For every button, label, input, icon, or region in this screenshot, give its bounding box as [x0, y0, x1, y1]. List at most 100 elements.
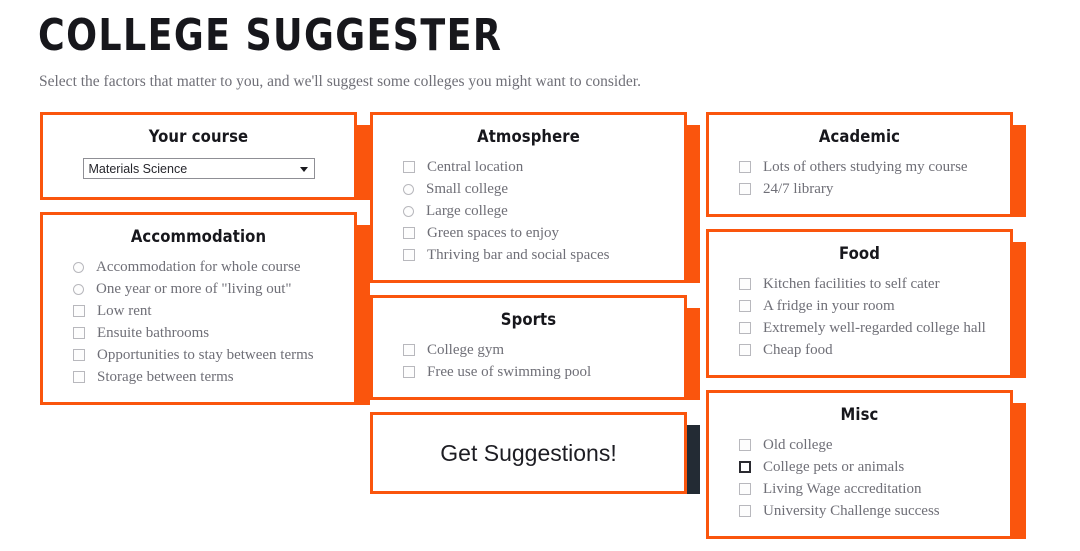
option-row[interactable]: 24/7 library	[723, 178, 996, 200]
card-title-food: Food	[839, 244, 880, 263]
checkbox-icon[interactable]	[739, 439, 751, 451]
card-body-misc: Misc Old college College pets or animals Li…	[706, 390, 1013, 539]
card-your-course: Your course Materials Science	[40, 112, 370, 200]
card-body-your-course: Your course Materials Science	[40, 112, 357, 200]
page-subtitle: Select the factors that matter to you, a…	[39, 73, 641, 90]
card-body-food: Food Kitchen facilities to self cater A fr…	[706, 229, 1013, 378]
get-suggestions-button[interactable]: Get Suggestions!	[370, 412, 687, 494]
checkbox-icon[interactable]	[739, 183, 751, 195]
option-label: Central location	[427, 159, 524, 175]
option-row[interactable]: Kitchen facilities to self cater	[723, 273, 996, 295]
option-label: Green spaces to enjoy	[427, 225, 560, 241]
option-list-atmosphere: Central location Small college Large colle…	[387, 156, 670, 266]
option-label: Storage between terms	[97, 369, 234, 385]
option-label: Opportunities to stay between terms	[97, 347, 314, 363]
course-select[interactable]: Materials Science	[82, 158, 315, 179]
option-row[interactable]: Low rent	[57, 300, 340, 322]
option-label: Low rent	[97, 303, 152, 319]
option-label: University Challenge success	[763, 503, 940, 519]
option-list-food: Kitchen facilities to self cater A fridge…	[723, 273, 996, 361]
option-label: Large college	[426, 203, 508, 219]
checkbox-icon[interactable]	[739, 278, 751, 290]
option-label: Extremely well-regarded college hall	[763, 320, 986, 336]
get-suggestions-label: Get Suggestions!	[440, 440, 617, 466]
option-label: A fridge in your room	[763, 298, 895, 314]
option-label: Living Wage accreditation	[763, 481, 922, 497]
option-list-accommodation: Accommodation for whole course One year o…	[57, 256, 340, 388]
card-atmosphere: Atmosphere Central location Small college L…	[370, 112, 700, 283]
checkbox-icon[interactable]	[73, 371, 85, 383]
column-left: Your course Materials Science Accommodatio…	[40, 112, 370, 417]
option-row[interactable]: Extremely well-regarded college hall	[723, 317, 996, 339]
option-row[interactable]: Lots of others studying my course	[723, 156, 996, 178]
option-label: 24/7 library	[763, 181, 834, 197]
option-row[interactable]: Free use of swimming pool	[387, 361, 670, 383]
checkbox-icon[interactable]	[739, 161, 751, 173]
option-row[interactable]: College pets or animals	[723, 456, 996, 478]
card-title-your-course: Your course	[148, 127, 249, 146]
option-row[interactable]: Small college	[387, 178, 670, 200]
checkbox-icon[interactable]	[73, 305, 85, 317]
page-title: COLLEGE SUGGESTER	[38, 10, 503, 61]
option-row[interactable]: Accommodation for whole course	[57, 256, 340, 278]
card-title-misc: Misc	[840, 405, 879, 424]
card-body-academic: Academic Lots of others studying my cours…	[706, 112, 1013, 217]
option-label: College pets or animals	[763, 459, 905, 475]
checkbox-icon[interactable]	[73, 349, 85, 361]
option-row[interactable]: Ensuite bathrooms	[57, 322, 340, 344]
option-row[interactable]: Thriving bar and social spaces	[387, 244, 670, 266]
option-row[interactable]: A fridge in your room	[723, 295, 996, 317]
option-row[interactable]: Living Wage accreditation	[723, 478, 996, 500]
checkbox-icon[interactable]	[739, 483, 751, 495]
option-row[interactable]: Old college	[723, 434, 996, 456]
card-title-accommodation: Accommodation	[130, 227, 267, 246]
checkbox-icon[interactable]	[739, 300, 751, 312]
option-row[interactable]: University Challenge success	[723, 500, 996, 522]
radio-icon[interactable]	[403, 183, 414, 195]
card-title-atmosphere: Atmosphere	[477, 127, 580, 146]
radio-icon[interactable]	[403, 205, 414, 217]
option-row[interactable]: One year or more of "living out"	[57, 278, 340, 300]
checkbox-icon[interactable]	[739, 344, 751, 356]
card-body-accommodation: Accommodation Accommodation for whole cou…	[40, 212, 357, 405]
radio-icon[interactable]	[73, 283, 84, 295]
option-row[interactable]: Central location	[387, 156, 670, 178]
checkbox-icon[interactable]	[73, 327, 85, 339]
option-label: Thriving bar and social spaces	[427, 247, 610, 263]
option-label: Free use of swimming pool	[427, 364, 592, 380]
select-wrap: Materials Science	[82, 158, 315, 179]
option-row[interactable]: College gym	[387, 339, 670, 361]
column-middle: Atmosphere Central location Small college L…	[370, 112, 700, 506]
option-row[interactable]: Large college	[387, 200, 670, 222]
checkbox-icon[interactable]	[403, 227, 415, 239]
option-label: College gym	[427, 342, 505, 358]
card-title-academic: Academic	[818, 127, 901, 146]
card-academic: Academic Lots of others studying my cours…	[706, 112, 1026, 217]
card-title-sports: Sports	[500, 310, 557, 329]
option-label: Ensuite bathrooms	[97, 325, 210, 341]
option-list-academic: Lots of others studying my course 24/7 li…	[723, 156, 996, 200]
column-right: Academic Lots of others studying my cours…	[706, 112, 1026, 551]
checkbox-icon[interactable]	[403, 344, 415, 356]
card-misc: Misc Old college College pets or animals Li…	[706, 390, 1026, 539]
option-row[interactable]: Opportunities to stay between terms	[57, 344, 340, 366]
checkbox-icon[interactable]	[403, 366, 415, 378]
option-row[interactable]: Green spaces to enjoy	[387, 222, 670, 244]
option-list-sports: College gym Free use of swimming pool	[387, 339, 670, 383]
option-label: Accommodation for whole course	[96, 259, 301, 275]
card-body-sports: Sports College gym Free use of swimming po…	[370, 295, 687, 400]
option-label: Cheap food	[763, 342, 833, 358]
checkbox-icon[interactable]	[403, 161, 415, 173]
option-row[interactable]: Storage between terms	[57, 366, 340, 388]
card-sports: Sports College gym Free use of swimming po…	[370, 295, 700, 400]
card-body-atmosphere: Atmosphere Central location Small college L…	[370, 112, 687, 283]
checkbox-icon[interactable]	[739, 322, 751, 334]
checkbox-icon[interactable]	[739, 461, 751, 473]
option-row[interactable]: Cheap food	[723, 339, 996, 361]
option-label: Lots of others studying my course	[763, 159, 968, 175]
checkbox-icon[interactable]	[403, 249, 415, 261]
checkbox-icon[interactable]	[739, 505, 751, 517]
radio-icon[interactable]	[73, 261, 84, 273]
option-label: Kitchen facilities to self cater	[763, 276, 940, 292]
option-label: Old college	[763, 437, 833, 453]
